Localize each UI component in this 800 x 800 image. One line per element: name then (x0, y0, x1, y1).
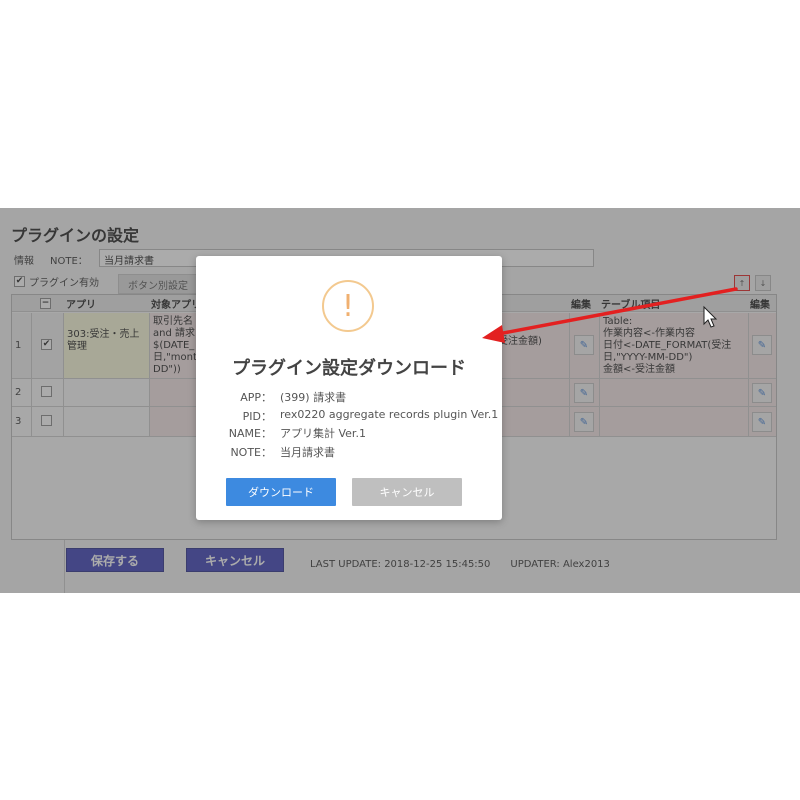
field-value: (399) 請求書 (280, 391, 347, 404)
field-label: APP： (240, 391, 272, 404)
field-value: アプリ集計 Ver.1 (280, 427, 366, 440)
dialog-title: プラグイン設定ダウンロード (232, 358, 466, 379)
field-value: rex0220 aggregate records plugin Ver.1 (280, 408, 499, 421)
field-label: NOTE： (230, 446, 272, 459)
download-dialog: ! プラグイン設定ダウンロード APP： (399) 請求書 PID： rex0… (196, 256, 502, 520)
field-label: NAME： (228, 427, 272, 440)
field-value: 当月請求書 (280, 446, 335, 459)
dialog-field-name: NAME： アプリ集計 Ver.1 (196, 425, 502, 440)
dialog-field-pid: PID： rex0220 aggregate records plugin Ve… (196, 408, 502, 423)
warning-icon: ! (322, 280, 374, 332)
download-button[interactable]: ダウンロード (226, 478, 336, 506)
dialog-cancel-button[interactable]: キャンセル (352, 478, 462, 506)
dialog-field-note: NOTE： 当月請求書 (196, 444, 502, 459)
dialog-field-app: APP： (399) 請求書 (196, 389, 502, 404)
field-label: PID： (242, 410, 272, 423)
